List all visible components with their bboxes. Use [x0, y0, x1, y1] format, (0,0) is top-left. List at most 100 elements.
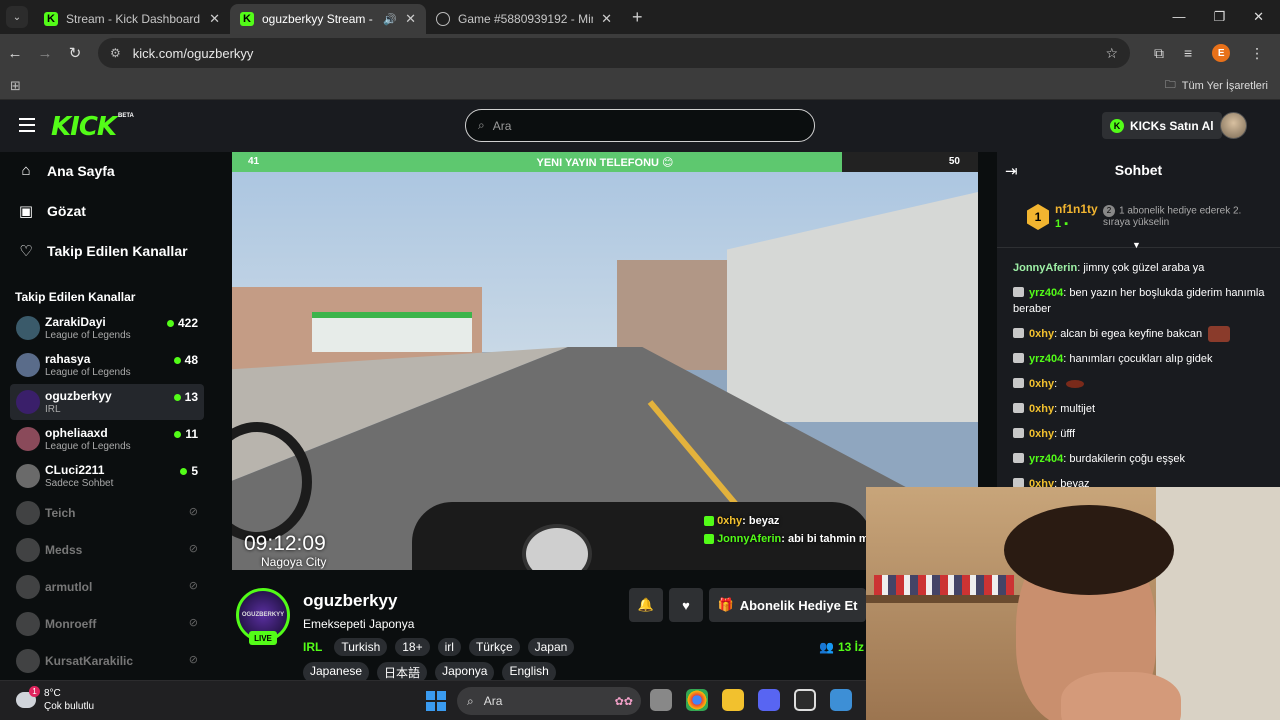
nav-browse[interactable]: ▣ Gözat [18, 202, 86, 220]
maximize-button[interactable]: ❐ [1213, 9, 1225, 25]
back-button[interactable]: ← [0, 45, 30, 62]
close-tab-icon[interactable]: ✕ [601, 11, 612, 27]
streamer-name[interactable]: oguzberkyy [303, 591, 397, 611]
channel-kursatkarakilic[interactable]: KursatKarakilic ⊘ [10, 643, 204, 679]
collapse-chat-icon[interactable]: ⇥ [1005, 162, 1018, 180]
extensions-icon[interactable]: ⧉ [1154, 45, 1164, 62]
menu-icon[interactable]: ⋮ [1250, 45, 1264, 62]
weather-temp: 8°C [44, 688, 61, 699]
channel-category: League of Legends [45, 330, 131, 341]
tab-minesweeper[interactable]: Game #5880939192 - Minesweeper ✕ [426, 4, 622, 34]
goal-title: YENI YAYIN TELEFONU 😊 [536, 157, 674, 169]
nav-home[interactable]: ⌂ Ana Sayfa [18, 162, 114, 179]
close-tab-icon[interactable]: ✕ [209, 11, 220, 27]
minimize-button[interactable]: — [1172, 9, 1185, 25]
user-avatar[interactable] [1220, 112, 1247, 139]
nav-following[interactable]: ♡ Takip Edilen Kanallar [18, 242, 187, 260]
chat-messages: JonnyAferin: jimny çok güzel araba ya yr… [1013, 260, 1271, 501]
close-tab-icon[interactable]: ✕ [405, 11, 416, 27]
browser-actions: ⧉ ≡ E ⋮ [1154, 44, 1264, 62]
emote-icon [1066, 380, 1085, 389]
task-view-icon[interactable] [650, 689, 672, 711]
badge-icon [1013, 287, 1024, 297]
channel-cluci2211[interactable]: CLuci2211 Sadece Sohbet 5 [10, 458, 204, 494]
chat-username[interactable]: 0xhy [1029, 428, 1054, 440]
buy-kicks-button[interactable]: K KICKs Satın Al [1102, 112, 1222, 139]
speaker-icon[interactable]: 🔊 [383, 13, 397, 26]
hamburger-menu-icon[interactable] [19, 118, 35, 132]
channel-oguzberkyy[interactable]: oguzberkyy IRL 13 [10, 384, 204, 420]
heart-icon: ♡ [19, 243, 33, 260]
chat-username[interactable]: 0xhy [1029, 378, 1054, 390]
tag[interactable]: Türkçe [468, 638, 520, 656]
media-controls-icon[interactable]: ≡ [1184, 45, 1192, 61]
avatar [16, 501, 40, 525]
kick-logo[interactable]: KICK [51, 112, 117, 142]
address-bar[interactable]: ⚙ kick.com/oguzberkyy ☆ [98, 38, 1130, 68]
chrome-icon[interactable] [686, 689, 708, 711]
expand-arrow-icon[interactable]: ▼ [1132, 240, 1141, 250]
taskbar-search[interactable]: ⌕ Ara ✿✿ [457, 687, 641, 715]
reload-button[interactable]: ↻ [60, 44, 90, 62]
chat-username[interactable]: yrz404 [1029, 453, 1063, 465]
windows-start-icon[interactable] [426, 691, 446, 711]
leader-name[interactable]: nf1n1ty [1055, 202, 1098, 216]
search-icon: ⌕ [467, 693, 474, 708]
goal-target: 50 [948, 156, 960, 167]
gift-sub-button[interactable]: 🎁 Abonelik Hediye Et [709, 588, 866, 622]
notification-bell-button[interactable]: 🔔 [629, 588, 663, 622]
chat-message: 0xhy: multijet [1013, 401, 1271, 417]
live-dot-icon [173, 356, 181, 364]
leaderboard-hint-text: 1 abonelik hediye ederek 2. sıraya yükse… [1103, 205, 1242, 228]
channel-rahasya[interactable]: rahasya League of Legends 48 [10, 347, 204, 383]
channel-teich[interactable]: Teich ⊘ [10, 495, 204, 531]
channel-name: oguzberkyy [45, 389, 112, 403]
kicks-coin-icon: K [1110, 118, 1124, 133]
channel-medss[interactable]: Medss ⊘ [10, 532, 204, 568]
apps-grid-icon[interactable]: ⊞ [10, 78, 21, 94]
forward-button[interactable]: → [30, 45, 60, 62]
screen: ⌄ K Stream - Kick Dashboard ✕ K oguzberk… [0, 0, 1280, 720]
viewer-count: 👥 13 İz [819, 640, 864, 654]
weather-widget[interactable]: 8°C Çok bulutlu [16, 686, 95, 713]
chat-username[interactable]: yrz404 [1029, 353, 1063, 365]
chat-username[interactable]: JonnyAferin [1013, 262, 1077, 274]
tag[interactable]: 18+ [395, 638, 430, 656]
viewer-count-value: 422 [177, 316, 198, 330]
follow-button[interactable]: ♥ [669, 588, 703, 622]
tag[interactable]: Turkish [334, 638, 388, 656]
chat-panel: Sohbet ⇥ 1 nf1n1ty 1 ▪ 21 abonelik hediy… [997, 152, 1280, 490]
weather-desc: Çok bulutlu [44, 701, 95, 712]
channel-zarakidayi[interactable]: ZarakiDayi League of Legends 422 [10, 310, 204, 346]
chat-username[interactable]: 0xhy [1029, 328, 1054, 340]
stream-category[interactable]: IRL [303, 638, 322, 656]
cam-person-hand [1061, 672, 1181, 720]
file-explorer-icon[interactable] [722, 689, 744, 711]
channel-monroeff[interactable]: Monroeff ⊘ [10, 606, 204, 642]
site-info-icon[interactable]: ⚙ [110, 46, 121, 60]
chat-username[interactable]: 0xhy [1029, 403, 1054, 415]
browse-icon: ▣ [18, 203, 34, 220]
channel-opheliaaxd[interactable]: opheliaaxd League of Legends 11 [10, 421, 204, 457]
search-input[interactable]: ⌕ Ara [465, 109, 815, 142]
profile-avatar[interactable]: E [1212, 44, 1231, 62]
close-window-button[interactable]: ✕ [1253, 9, 1264, 25]
rocket-league-icon[interactable] [830, 689, 852, 711]
obs-icon[interactable] [794, 689, 816, 711]
chat-text: hanımları çocukları alıp gidek [1069, 353, 1213, 366]
channel-armutlol[interactable]: armutlol ⊘ [10, 569, 204, 605]
tag[interactable]: Japan [527, 638, 575, 656]
tab-kick-dashboard[interactable]: K Stream - Kick Dashboard ✕ [34, 4, 230, 34]
tab-stream-watch[interactable]: K oguzberkyy Stream - Watch 🔊 ✕ [230, 4, 426, 34]
new-tab-button[interactable]: + [632, 7, 643, 28]
tab-search-dropdown[interactable]: ⌄ [6, 6, 28, 28]
badge-icon [1013, 403, 1024, 414]
all-bookmarks-button[interactable]: 🗀 Tüm Yer İşaretleri [1165, 76, 1268, 95]
discord-icon[interactable] [758, 689, 780, 711]
cloud-icon [16, 686, 40, 708]
tag[interactable]: irl [437, 638, 461, 656]
chat-message: 0xhy: alcan bi egea keyfine bakcan [1013, 326, 1271, 343]
bookmark-star-icon[interactable]: ☆ [1105, 45, 1118, 62]
chat-username[interactable]: yrz404 [1029, 287, 1063, 299]
gift-sub-label: Abonelik Hediye Et [739, 597, 858, 613]
